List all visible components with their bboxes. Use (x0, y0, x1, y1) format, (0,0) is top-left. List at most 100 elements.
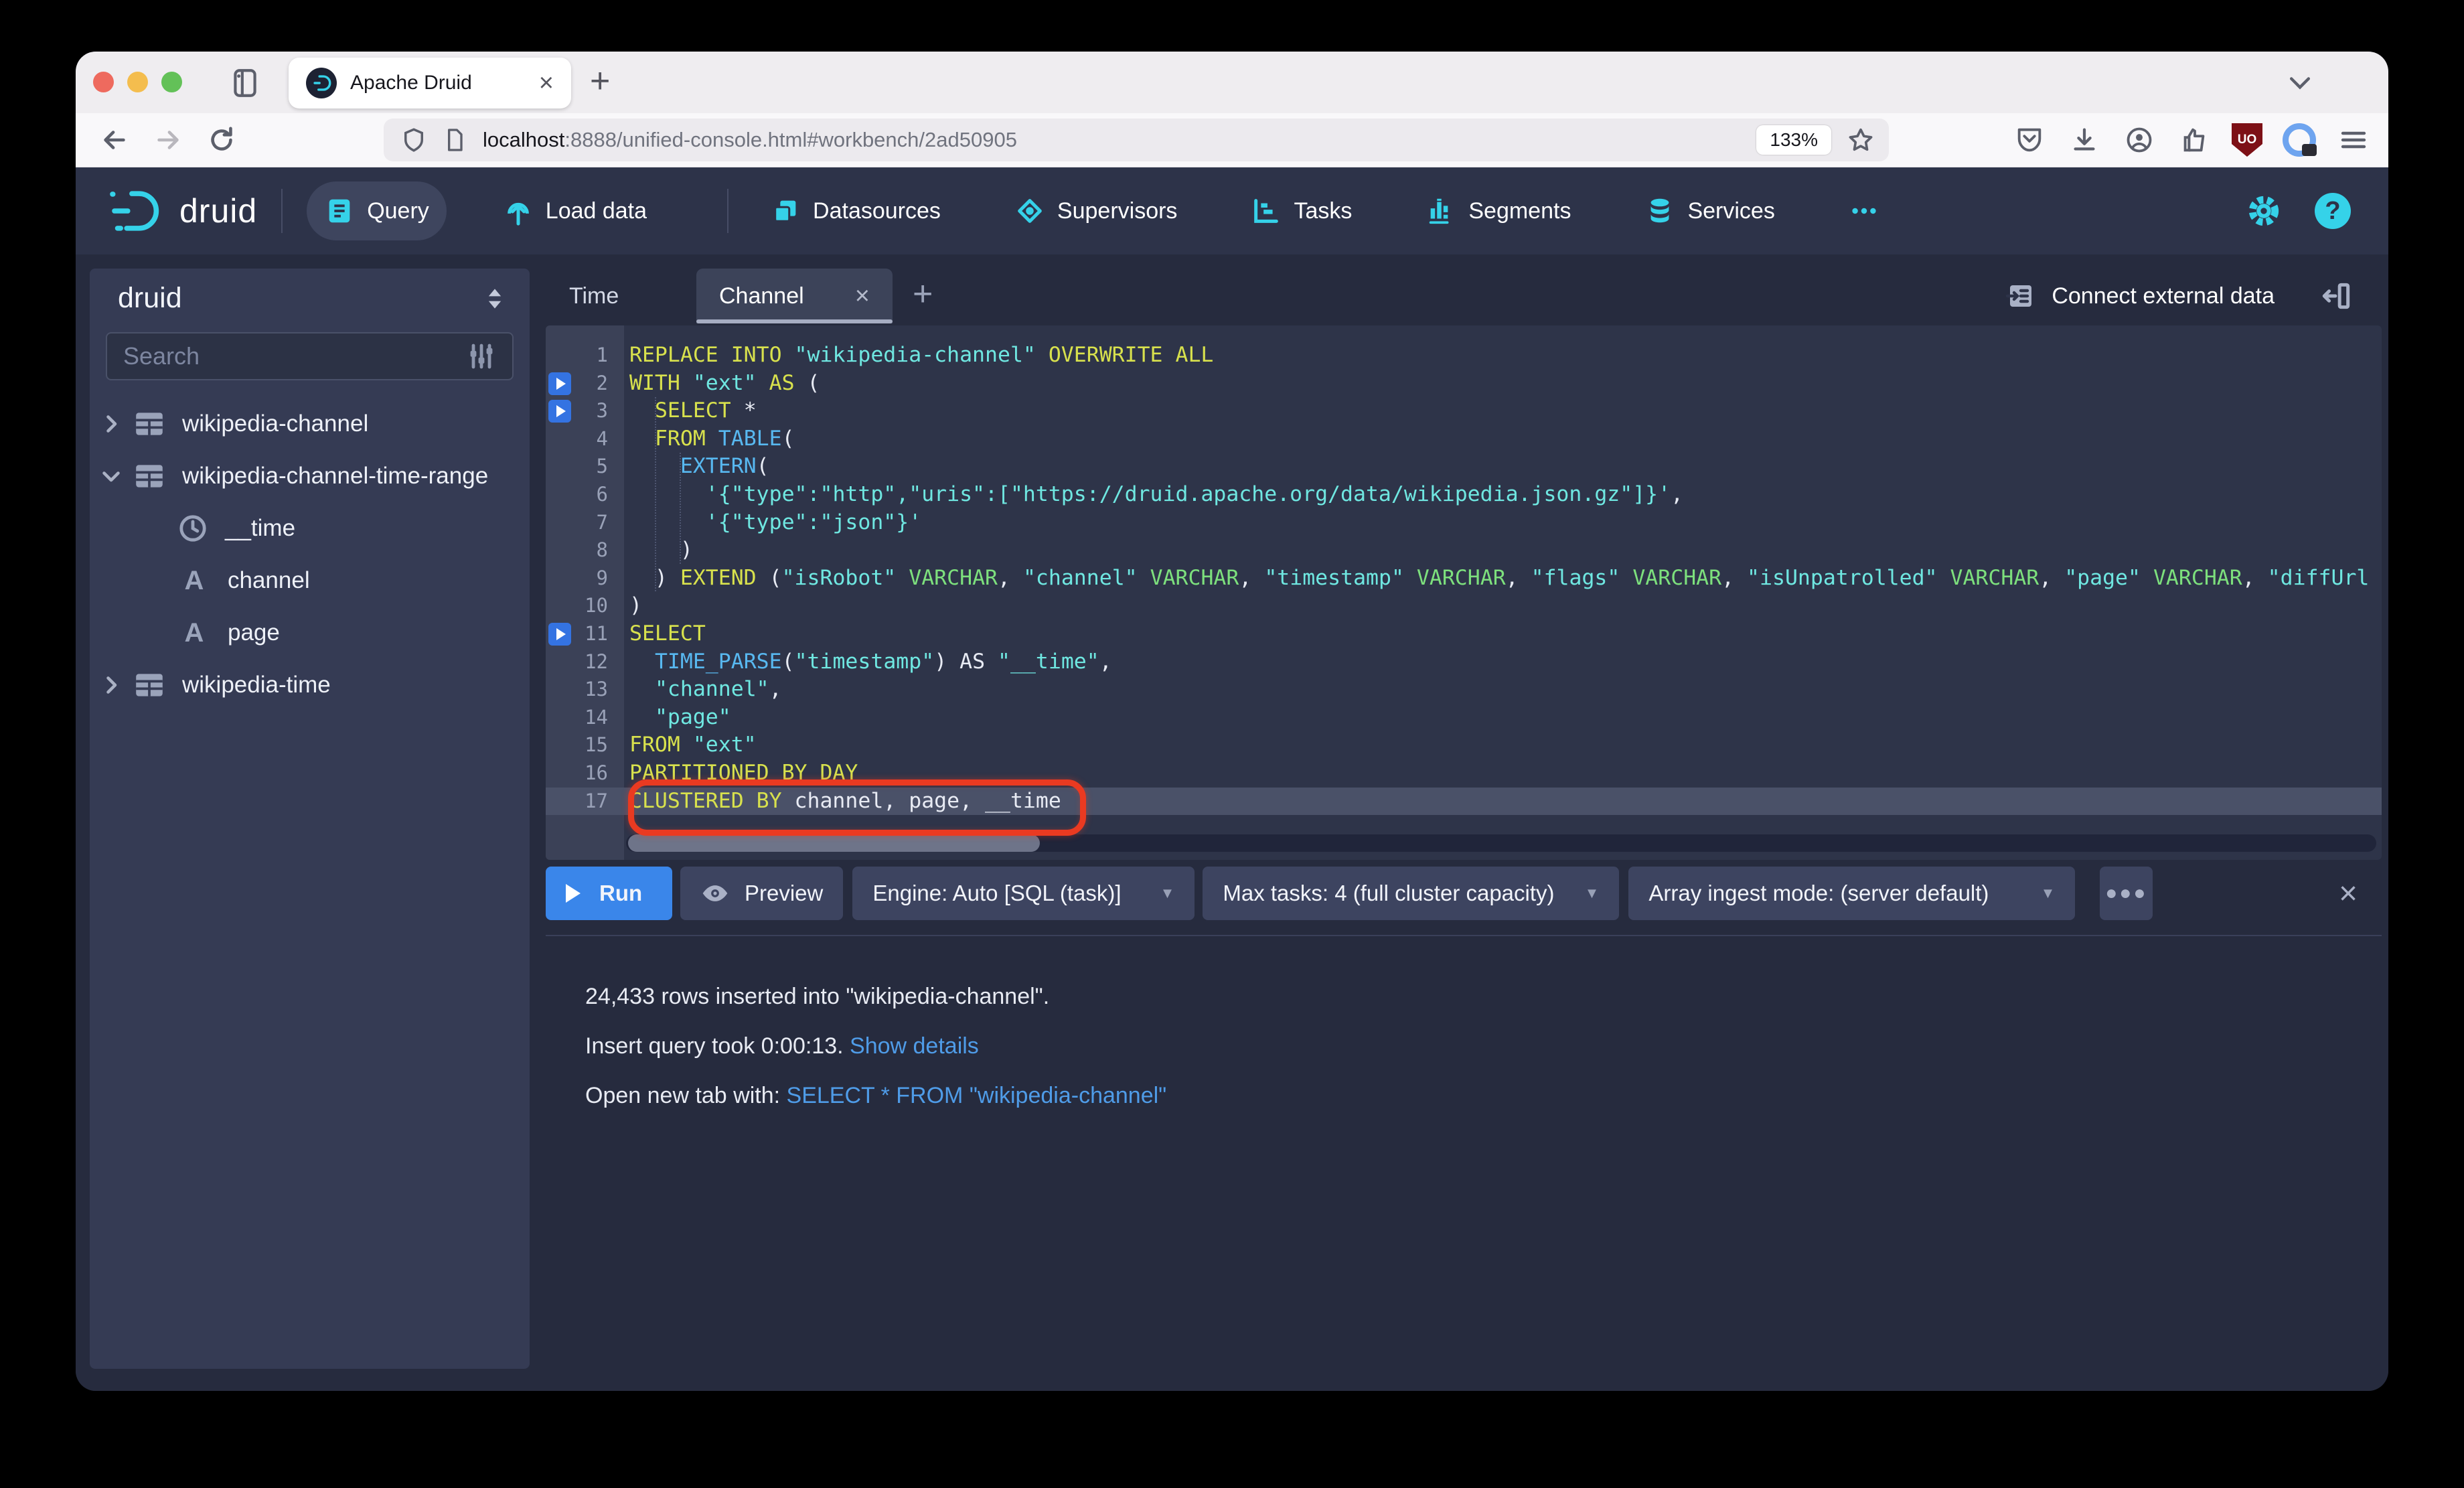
code-line-1[interactable]: 1REPLACE INTO "wikipedia-channel" OVERWR… (546, 342, 2382, 370)
ublock-origin-icon[interactable]: UO (2232, 123, 2262, 157)
preview-eye-icon (700, 879, 730, 908)
chevron-right-icon[interactable] (90, 673, 133, 697)
code-line-5[interactable]: 5 EXTERN( (546, 453, 2382, 481)
reload-icon[interactable] (204, 123, 239, 157)
tree-item-page[interactable]: Apage (90, 607, 530, 659)
max-tasks-dropdown[interactable]: Max tasks: 4 (full cluster capacity) ▼ (1203, 867, 1619, 920)
menu-hamburger-icon[interactable] (2336, 123, 2371, 157)
close-results-icon[interactable]: × (2339, 875, 2358, 912)
preview-label: Preview (745, 881, 823, 906)
string-column-icon: A (177, 566, 212, 596)
back-icon[interactable] (97, 123, 132, 157)
nav-item-load-data[interactable]: Load data (485, 181, 664, 240)
help-icon[interactable]: ? (2315, 193, 2351, 229)
code-line-14[interactable]: 14 "page" (546, 704, 2382, 732)
druid-logo[interactable]: druid (107, 188, 257, 234)
editor-horizontal-scrollbar[interactable] (626, 834, 2376, 852)
url-text[interactable]: localhost:8888/unified-console.html#work… (483, 128, 1756, 152)
forward-icon[interactable] (151, 123, 185, 157)
chevron-right-icon[interactable] (90, 412, 133, 436)
code-line-7[interactable]: 7 '{"type":"json"}' (546, 509, 2382, 537)
code-line-15[interactable]: 15FROM "ext" (546, 731, 2382, 759)
schema-sidebar: druid wikipedia-channelwikipedia-channel… (90, 269, 530, 1369)
select-query-link[interactable]: SELECT * FROM "wikipedia-channel" (787, 1083, 1167, 1108)
line-number: 8 (546, 536, 624, 565)
max-tasks-label: Max tasks: 4 (full cluster capacity) (1223, 881, 1554, 906)
druid-console: druid Query Load data Datasources Superviso… (76, 167, 2388, 1391)
run-fragment-play-icon[interactable] (548, 400, 571, 423)
tree-item-wikipedia-channel-time-range[interactable]: wikipedia-channel-time-range (90, 450, 530, 502)
tree-item-wikipedia-channel[interactable]: wikipedia-channel (90, 398, 530, 450)
pocket-icon[interactable] (2012, 123, 2047, 157)
account-icon[interactable] (2122, 123, 2157, 157)
scrollbar-thumb[interactable] (628, 834, 1040, 852)
nav-item-more[interactable] (1831, 181, 1897, 240)
code-line-3[interactable]: 3 SELECT * (546, 397, 2382, 425)
run-button[interactable]: Run (546, 867, 672, 920)
more-options-button[interactable]: ●●● (2100, 867, 2153, 920)
code-lines[interactable]: 1REPLACE INTO "wikipedia-channel" OVERWR… (546, 342, 2382, 815)
array-ingest-mode-dropdown[interactable]: Array ingest mode: (server default) ▼ (1628, 867, 2075, 920)
url-bar[interactable]: localhost:8888/unified-console.html#work… (384, 119, 1889, 161)
code-line-8[interactable]: 8 ) (546, 536, 2382, 565)
browser-tab-apache-druid[interactable]: Apache Druid × (289, 58, 571, 108)
code-line-12[interactable]: 12 TIME_PARSE("timestamp") AS "__time", (546, 648, 2382, 676)
sql-editor[interactable]: 1REPLACE INTO "wikipedia-channel" OVERWR… (546, 325, 2382, 860)
code-line-10[interactable]: 10) (546, 592, 2382, 620)
workbench-tabrow: Time Channel × + Connect external data (546, 269, 2382, 323)
code-text: ) (624, 592, 2382, 620)
schema-name[interactable]: druid (118, 282, 480, 315)
table-icon (133, 459, 166, 493)
minimize-window-button[interactable] (127, 72, 148, 92)
close-window-button[interactable] (93, 72, 114, 92)
preview-button[interactable]: Preview (680, 867, 843, 920)
code-line-4[interactable]: 4 FROM TABLE( (546, 425, 2382, 453)
search-filter-sliders-icon[interactable] (465, 340, 497, 372)
connect-external-data-button[interactable]: Connect external data (2005, 269, 2275, 323)
nav-item-segments[interactable]: Segments (1408, 181, 1588, 240)
extensions-icon[interactable] (2177, 123, 2212, 157)
downloads-icon[interactable] (2067, 123, 2102, 157)
query-tab-time[interactable]: Time (569, 269, 619, 323)
show-details-link[interactable]: Show details (850, 1033, 979, 1059)
add-query-tab-button[interactable]: + (913, 274, 933, 314)
schema-select-caret-icon[interactable] (480, 284, 510, 313)
code-line-2[interactable]: 2WITH "ext" AS ( (546, 370, 2382, 398)
new-tab-button[interactable]: + (590, 61, 610, 101)
code-line-13[interactable]: 13 "channel", (546, 676, 2382, 704)
code-line-6[interactable]: 6 '{"type":"http","uris":["https://druid… (546, 481, 2382, 509)
onepassword-icon[interactable] (2283, 123, 2316, 157)
collapse-panel-icon[interactable] (2320, 279, 2354, 313)
nav-item-query[interactable]: Query (307, 181, 447, 240)
sidebar-search[interactable] (106, 332, 514, 380)
chevron-down-icon[interactable] (90, 464, 133, 488)
run-fragment-play-icon[interactable] (548, 623, 571, 646)
tree-item-wikipedia-time[interactable]: wikipedia-time (90, 659, 530, 711)
code-line-11[interactable]: 11SELECT (546, 620, 2382, 648)
tab-close-icon[interactable]: × (855, 282, 870, 311)
page-info-icon[interactable] (441, 127, 468, 153)
nav-item-services[interactable]: Services (1627, 181, 1792, 240)
red-highlight-annotation (628, 779, 1086, 836)
settings-gear-icon[interactable] (2245, 192, 2283, 230)
duration-text: Insert query took 0:00:13. (585, 1033, 850, 1059)
shield-permissions-icon[interactable] (400, 126, 428, 154)
engine-dropdown[interactable]: Engine: Auto [SQL (task)] ▼ (852, 867, 1195, 920)
nav-item-datasources[interactable]: Datasources (753, 181, 958, 240)
nav-item-tasks[interactable]: Tasks (1233, 181, 1369, 240)
run-fragment-play-icon[interactable] (548, 372, 571, 395)
list-tabs-chevron-icon[interactable] (2285, 68, 2315, 97)
bookmark-star-icon[interactable] (1846, 125, 1875, 155)
search-input[interactable] (122, 342, 465, 371)
nav-item-supervisors[interactable]: Supervisors (997, 181, 1195, 240)
code-line-9[interactable]: 9 ) EXTEND ("isRobot" VARCHAR, "channel"… (546, 565, 2382, 593)
tree-item-channel[interactable]: Achannel (90, 554, 530, 607)
zoom-level-badge[interactable]: 133% (1756, 125, 1831, 155)
tree-item-time[interactable]: __time (90, 502, 530, 554)
maximize-window-button[interactable] (161, 72, 182, 92)
tab-close-icon[interactable]: × (539, 70, 554, 96)
browser-sidebar-toggle-icon[interactable] (228, 66, 262, 100)
query-tab-channel[interactable]: Channel × (696, 269, 893, 323)
screenshot-stage: Apache Druid × + (0, 0, 2464, 1488)
query-tab-label: Channel (719, 283, 804, 309)
